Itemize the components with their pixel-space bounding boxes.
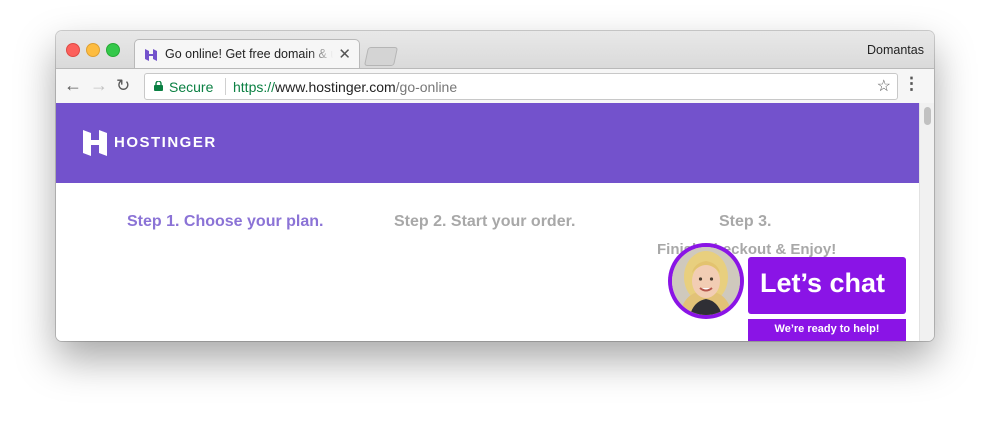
bookmark-star-icon[interactable]: ☆	[877, 76, 891, 96]
new-tab-button[interactable]	[363, 47, 399, 66]
site-header: HOSTINGER	[56, 103, 919, 183]
tab-close-icon[interactable]: ✕	[338, 45, 351, 63]
vertical-scrollbar[interactable]	[919, 103, 934, 341]
url-path: /go-online	[395, 79, 458, 95]
close-window-button[interactable]	[66, 43, 80, 57]
step-1-label: Step 1. Choose your plan.	[127, 213, 324, 230]
avatar-photo	[672, 247, 740, 315]
browser-tab-active[interactable]: Go online! Get free domain & unlimited h…	[134, 39, 360, 69]
address-bar[interactable]: Secure https://www.hostinger.com/go-onli…	[144, 73, 898, 100]
url-text[interactable]: https://www.hostinger.com/go-online	[233, 79, 457, 95]
lock-icon	[154, 81, 163, 91]
page-viewport: HOSTINGER Step 1. Choose your plan. Step…	[56, 103, 934, 341]
chat-subtitle: We’re ready to help!	[774, 323, 880, 335]
agent-avatar[interactable]	[668, 243, 744, 319]
secure-label: Secure	[169, 79, 214, 95]
hostinger-logo-icon[interactable]	[83, 130, 107, 156]
step-3-label: Step 3.	[719, 213, 772, 230]
hostinger-favicon-icon	[145, 49, 157, 61]
title-bar: Go online! Get free domain & unlimited h…	[56, 31, 934, 69]
browser-window: Go online! Get free domain & unlimited h…	[56, 31, 934, 341]
omnibox-divider	[225, 78, 226, 95]
back-arrow-icon[interactable]: ←	[64, 75, 82, 96]
chat-title: Let’s chat	[760, 268, 886, 298]
forward-arrow-icon[interactable]: →	[90, 75, 108, 96]
browser-toolbar: ← → ↻ Secure https://www.hostinger.com/g…	[56, 68, 934, 104]
minimize-window-button[interactable]	[86, 43, 100, 57]
tab-title: Go online! Get free domain & unlimited h…	[165, 47, 333, 61]
chat-subtitle-bar[interactable]: We’re ready to help!	[748, 319, 906, 341]
logo-text[interactable]: HOSTINGER	[114, 134, 217, 151]
profile-name[interactable]: Domantas	[867, 43, 924, 57]
url-scheme: https://	[233, 79, 276, 95]
step-2-label: Step 2. Start your order.	[394, 213, 576, 230]
chat-widget-button[interactable]: Let’s chat	[748, 257, 906, 314]
menu-dots-icon[interactable]: ⋮	[903, 74, 920, 94]
scrollbar-thumb[interactable]	[924, 107, 931, 125]
reload-icon[interactable]: ↻	[116, 76, 130, 96]
person-icon	[672, 247, 740, 315]
url-host: www.hostinger.com	[275, 79, 396, 95]
maximize-window-button[interactable]	[106, 43, 120, 57]
